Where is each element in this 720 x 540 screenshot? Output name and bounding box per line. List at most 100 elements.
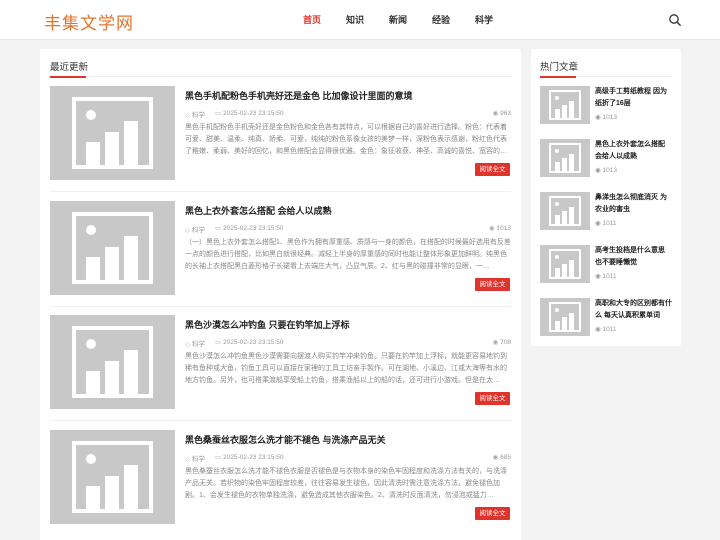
hot-article-views: ◉ 1013 (595, 113, 617, 121)
read-more-button[interactable]: 阅读全文 (475, 507, 510, 520)
calendar-icon: ▭ (215, 339, 222, 346)
nav-item-news[interactable]: 新闻 (389, 13, 407, 26)
article-views: ◉ 963 (492, 109, 511, 117)
hot-article-views-label: 1011 (602, 220, 617, 227)
article-divider (50, 191, 511, 192)
article-views: ◉ 1013 (489, 224, 511, 232)
read-more-button[interactable]: 阅读全文 (475, 163, 510, 176)
hot-article-thumbnail[interactable] (540, 86, 590, 124)
article-category[interactable]: ◇ 科学 (185, 109, 205, 119)
hot-article-title[interactable]: 高考生投档是什么意思 也不要睡懒觉 (595, 245, 672, 269)
hot-article-thumbnail[interactable] (540, 298, 590, 336)
article-date-label: 2025-02-23 23:15:50 (223, 225, 284, 232)
tag-icon: ◇ (185, 341, 190, 348)
article-views-label: 1013 (496, 225, 511, 232)
article-item: 黑色手机配粉色手机壳好还是金色 比加像设计里面的意境 ◇ 科学 ▭ 2025-02-… (50, 86, 511, 186)
hot-article-views: ◉ 1011 (595, 272, 616, 280)
article-thumbnail[interactable] (50, 430, 175, 524)
section-title: 最近更新 (50, 62, 89, 73)
eye-icon: ◉ (492, 110, 499, 117)
read-more-button[interactable]: 阅读全文 (475, 392, 510, 405)
hot-article-item[interactable]: 高级手工剪纸教程 因为纸折了16层 ◉ 1013 (540, 86, 672, 126)
calendar-icon: ▭ (215, 110, 222, 117)
article-excerpt: 黑色桑蚕丝衣服怎么洗才能不褪色衣服是否褪色是与衣物本身的染色牢固程度和洗涤方法有… (185, 468, 507, 499)
placeholder-image-icon (540, 139, 590, 177)
hot-article-thumbnail[interactable] (540, 139, 590, 177)
hot-article-item[interactable]: 黑色上衣外套怎么搭配 会给人以成熟 ◉ 1013 (540, 139, 672, 179)
placeholder-image-icon (540, 298, 590, 336)
hot-article-title[interactable]: 高级手工剪纸教程 因为纸折了16层 (595, 86, 672, 110)
sidebar-divider (540, 76, 672, 78)
article-category-label: 科学 (192, 112, 205, 119)
article-thumbnail[interactable] (50, 315, 175, 409)
article-date-label: 2025-02-23 23:15:50 (223, 339, 284, 346)
placeholder-image-icon (50, 86, 175, 180)
article-meta: ◇ 科学 ▭ 2025-02-23 23:15:50 ◉ 685 (185, 453, 511, 463)
article-views: ◉ 708 (492, 338, 511, 346)
article-item: 黑色桑蚕丝衣服怎么洗才能不褪色 与洗涤产品无关 ◇ 科学 ▭ 2025-02-23 … (50, 430, 511, 530)
hot-article-item[interactable]: 鼻涕虫怎么彻底消灭 为农业的害虫 ◉ 1011 (540, 192, 672, 232)
hot-articles-panel: 热门文章 高级手工剪纸教程 因为纸折了16层 ◉ 1013 黑色上衣外套怎么搭配… (531, 49, 681, 346)
article-date: ▭ 2025-02-23 23:15:50 (215, 224, 284, 232)
article-views-label: 708 (500, 339, 511, 346)
article-meta: ◇ 科学 ▭ 2025-02-23 23:15:50 ◉ 708 (185, 338, 511, 348)
article-title[interactable]: 黑色桑蚕丝衣服怎么洗才能不褪色 与洗涤产品无关 (185, 433, 386, 446)
placeholder-image-icon (540, 86, 590, 124)
nav-item-experience[interactable]: 经验 (432, 13, 450, 26)
hot-article-title[interactable]: 鼻涕虫怎么彻底消灭 为农业的害虫 (595, 192, 672, 216)
hot-article-views: ◉ 1011 (595, 219, 616, 227)
article-category-label: 科学 (192, 227, 205, 234)
article-item: 黑色上衣外套怎么搭配 会给人以成熟 ◇ 科学 ▭ 2025-02-23 23:15:… (50, 201, 511, 301)
nav-item-science[interactable]: 科学 (475, 13, 493, 26)
article-excerpt: 黑色沙漠怎么冲钓鱼黑色沙漠需要向摆渡人购买钓竿冲来钓鱼。只要在钓竿加上浮标，就能… (185, 353, 507, 384)
hot-article-thumbnail[interactable] (540, 192, 590, 230)
placeholder-image-icon (540, 192, 590, 230)
search-icon[interactable] (668, 13, 682, 27)
placeholder-image-icon (540, 245, 590, 283)
section-divider (50, 76, 511, 78)
hot-article-views-label: 1011 (602, 273, 617, 280)
sidebar-title: 热门文章 (540, 62, 579, 73)
article-title[interactable]: 黑色沙漠怎么冲钓鱼 只要在钓竿加上浮标 (185, 318, 350, 331)
recent-updates-panel: 最近更新 黑色手机配粉色手机壳好还是金色 比加像设计里面的意境 ◇ 科学 ▭ 202… (40, 49, 521, 540)
hot-article-views-label: 1013 (602, 114, 617, 121)
article-excerpt: （一）黑色上衣外套怎么搭配1、黑色作为拥有厚重感、质感与一身的颜色，在搭配的时候… (185, 239, 511, 270)
eye-icon: ◉ (492, 454, 499, 461)
eye-icon: ◉ (488, 225, 495, 232)
calendar-icon: ▭ (215, 225, 222, 232)
article-excerpt: 黑色手机配粉色手机壳好还是金色粉色和金色各有其特点，可以根据自己的喜好进行选择。… (185, 124, 507, 155)
tag-icon: ◇ (185, 456, 190, 463)
article-item: 黑色沙漠怎么冲钓鱼 只要在钓竿加上浮标 ◇ 科学 ▭ 2025-02-23 23:1… (50, 315, 511, 415)
hot-article-views: ◉ 1013 (595, 166, 617, 174)
article-date: ▭ 2025-02-23 23:15:50 (215, 453, 284, 461)
tag-icon: ◇ (185, 112, 190, 119)
main-nav: 首页 知识 新闻 经验 科学 (0, 13, 720, 27)
read-more-button[interactable]: 阅读全文 (475, 278, 510, 291)
article-category-label: 科学 (192, 341, 205, 348)
article-category[interactable]: ◇ 科学 (185, 453, 205, 463)
hot-article-views-label: 1011 (602, 326, 617, 333)
article-title[interactable]: 黑色手机配粉色手机壳好还是金色 比加像设计里面的意境 (185, 89, 413, 102)
hot-article-title[interactable]: 高职和大专的区别都有什么 每天认真积累单词 (595, 298, 672, 322)
article-date: ▭ 2025-02-23 23:15:50 (215, 109, 284, 117)
nav-item-knowledge[interactable]: 知识 (346, 13, 364, 26)
site-header: 丰集文学网 首页 知识 新闻 经验 科学 (0, 0, 720, 40)
placeholder-image-icon (50, 430, 175, 524)
hot-article-item[interactable]: 高职和大专的区别都有什么 每天认真积累单词 ◉ 1011 (540, 298, 672, 338)
placeholder-image-icon (50, 315, 175, 409)
article-date-label: 2025-02-23 23:15:50 (223, 110, 284, 117)
article-category-label: 科学 (192, 456, 205, 463)
hot-article-views: ◉ 1011 (595, 325, 616, 333)
article-category[interactable]: ◇ 科学 (185, 338, 205, 348)
article-thumbnail[interactable] (50, 86, 175, 180)
article-category[interactable]: ◇ 科学 (185, 224, 205, 234)
article-views: ◉ 685 (492, 453, 511, 461)
article-divider (50, 306, 511, 307)
article-title[interactable]: 黑色上衣外套怎么搭配 会给人以成熟 (185, 204, 332, 217)
nav-item-home[interactable]: 首页 (303, 13, 321, 26)
hot-article-item[interactable]: 高考生投档是什么意思 也不要睡懒觉 ◉ 1011 (540, 245, 672, 285)
hot-article-title[interactable]: 黑色上衣外套怎么搭配 会给人以成熟 (595, 139, 672, 163)
hot-article-thumbnail[interactable] (540, 245, 590, 283)
tag-icon: ◇ (185, 227, 190, 234)
article-thumbnail[interactable] (50, 201, 175, 295)
